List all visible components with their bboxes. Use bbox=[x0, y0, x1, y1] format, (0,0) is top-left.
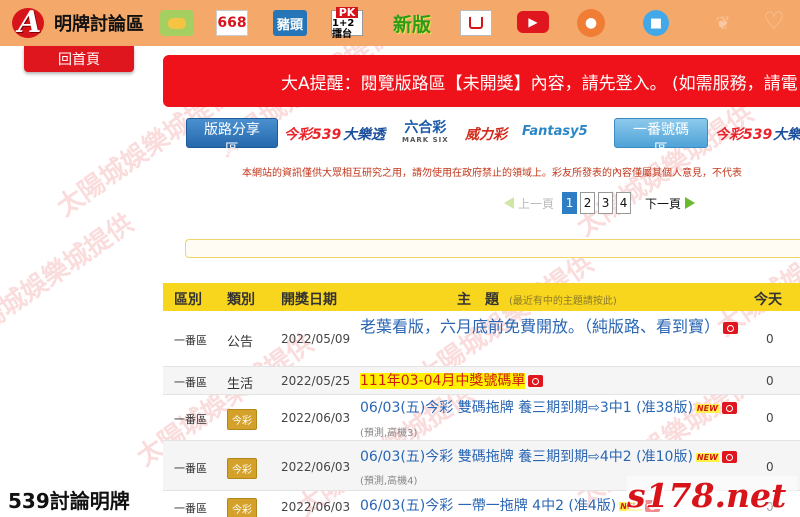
topic-title: 老葉看版，六月底前免費開放。（純版路、看到寶） bbox=[360, 317, 721, 336]
liuhecai-logo-link[interactable]: 六合彩 MARK SIX bbox=[402, 121, 449, 146]
prev-page-label: 上一頁 bbox=[518, 196, 555, 211]
next-page-label: 下一頁 bbox=[645, 196, 682, 211]
row-type: 生活 bbox=[227, 377, 254, 392]
row-type: 公告 bbox=[227, 335, 254, 350]
table-row: 一番區 公告 2022/05/09 老葉看版，六月底前免費開放。（純版路、看到寶… bbox=[163, 311, 800, 367]
topic-title: 06/03(五)今彩 雙碼拖牌 養三期到期⇨4中2 (准10版) bbox=[360, 449, 693, 465]
topic-link[interactable]: 111年03-04月中獎號碼單 bbox=[360, 373, 750, 389]
topic-subtitle: (預測,高機4) bbox=[360, 476, 418, 487]
table-row: 一番區 生活 2022/05/25 111年03-04月中獎號碼單 0 bbox=[163, 367, 800, 395]
row-type-badge: 今彩 bbox=[227, 409, 257, 430]
arrow-right-icon bbox=[685, 197, 696, 209]
lock-icon[interactable]: ■ bbox=[643, 10, 669, 36]
camera-icon bbox=[721, 451, 737, 463]
column-header-area: 區別 bbox=[174, 292, 202, 308]
row-date: 2022/06/03 bbox=[281, 500, 351, 514]
share-area-button[interactable]: 版路分享區 bbox=[186, 118, 278, 158]
topic-table-header: 區別 類別 開獎日期 主 題 (最近有中的主題請按此) 今天 bbox=[163, 283, 800, 311]
pagination: 上一頁 1 2 3 4 下一頁 bbox=[504, 191, 696, 215]
row-date: 2022/06/03 bbox=[281, 411, 351, 425]
row-today-count: 0 bbox=[766, 332, 774, 346]
liuhecai-sub-label: MARK SIX bbox=[402, 136, 449, 144]
camera-icon bbox=[528, 375, 544, 387]
title-header-hint: (最近有中的主題請按此) bbox=[509, 296, 617, 307]
668-icon[interactable]: 668 bbox=[216, 10, 248, 36]
row-today-count: 0 bbox=[766, 460, 774, 474]
row-area: 一番區 bbox=[174, 502, 207, 515]
row-type-badge: 今彩 bbox=[227, 498, 257, 517]
column-header-title[interactable]: 主 題 (最近有中的主題請按此) bbox=[457, 289, 617, 309]
row-area: 一番區 bbox=[174, 413, 207, 426]
topic-title: 06/03(五)今彩 一帶一拖牌 4中2 (准4版) bbox=[360, 498, 617, 514]
row-date: 2022/05/25 bbox=[281, 374, 351, 388]
camera-icon bbox=[721, 402, 737, 414]
next-page-link[interactable]: 下一頁 bbox=[645, 195, 696, 212]
brand-logo-icon: A bbox=[12, 5, 52, 40]
brand-title: 明牌討論區 bbox=[54, 14, 144, 35]
people-icon[interactable]: ● bbox=[577, 9, 605, 37]
jin539-logo-link-2[interactable]: 今彩539 bbox=[715, 124, 772, 144]
topic-title: 06/03(五)今彩 雙碼拖牌 養三期到期⇨3中1 (准38版) bbox=[360, 400, 693, 416]
disclaimer-text: 本網站的資訊僅供大眾相互研究之用，請勿使用在政府禁止的領域上。彩友所發表的內容僅… bbox=[242, 168, 742, 179]
weili-logo-link[interactable]: 威力彩 bbox=[465, 124, 507, 144]
row-date: 2022/05/09 bbox=[281, 332, 351, 346]
page: 太陽城娛樂城提供 太陽城娛樂城提供 太陽城娛樂城提供 太陽城娛樂城提供 太陽城娛… bbox=[0, 0, 800, 517]
search-bar[interactable] bbox=[185, 239, 800, 258]
prev-page-link[interactable]: 上一頁 bbox=[504, 195, 554, 212]
topic-title: 111年03-04月中獎號碼單 bbox=[360, 373, 526, 389]
jin539-logo-link[interactable]: 今彩539 bbox=[284, 124, 341, 144]
zhutou-icon[interactable]: 豬頭 bbox=[273, 10, 307, 36]
page-number-4[interactable]: 4 bbox=[616, 192, 632, 214]
daletou-logo-link-2[interactable]: 大樂透 bbox=[773, 124, 800, 144]
row-today-count: 0 bbox=[766, 374, 774, 388]
title-header-label: 主 題 bbox=[457, 292, 499, 308]
row-date: 2022/06/03 bbox=[281, 460, 351, 474]
heart-icon: ♡ bbox=[763, 7, 785, 35]
row-today-count: 0 bbox=[766, 411, 774, 425]
new-badge: NEW bbox=[695, 403, 719, 413]
topic-link[interactable]: 老葉看版，六月底前免費開放。（純版路、看到寶） bbox=[360, 315, 740, 338]
topic-link[interactable]: 06/03(五)今彩 雙碼拖牌 養三期到期⇨4中2 (准10版) NEW bbox=[360, 449, 750, 465]
fantasy5-logo-link[interactable]: Fantasy5 bbox=[522, 124, 588, 139]
login-notice-banner: 大A提醒：閱覽版路區【未開獎】內容，請先登入。 (如需服務，請電 bbox=[163, 55, 800, 107]
table-row: 一番區 今彩 2022/06/03 06/03(五)今彩 雙碼拖牌 養三期到期⇨… bbox=[163, 395, 800, 441]
camera-icon bbox=[723, 321, 739, 334]
site-url-watermark: s178.net bbox=[627, 476, 797, 515]
new-version-link[interactable]: 新版 bbox=[390, 10, 434, 36]
daletou-logo-link[interactable]: 大樂透 bbox=[343, 124, 385, 144]
pk-arena-icon[interactable]: PK 1+2擂台 bbox=[331, 6, 363, 40]
shopping-cart-icon[interactable] bbox=[460, 10, 492, 36]
row-area: 一番區 bbox=[174, 376, 207, 389]
page-number-2[interactable]: 2 bbox=[580, 192, 596, 214]
top-navigation-bar: A 明牌討論區 668 豬頭 PK 1+2擂台 新版 ▶ ● ■ ❦ ♡ bbox=[0, 0, 800, 46]
arrow-left-icon bbox=[504, 197, 514, 209]
youtube-icon[interactable]: ▶ bbox=[517, 11, 549, 33]
pk-label: PK bbox=[335, 6, 359, 18]
topic-link[interactable]: 06/03(五)今彩 雙碼拖牌 養三期到期⇨3中1 (准38版) NEW bbox=[360, 400, 750, 416]
page-number-3[interactable]: 3 bbox=[598, 192, 614, 214]
pk-sub-label: 1+2擂台 bbox=[332, 17, 355, 40]
column-header-date: 開獎日期 bbox=[281, 292, 337, 308]
decorative-leaf-icon: ❦ bbox=[715, 12, 731, 34]
column-header-today: 今天 bbox=[754, 292, 782, 308]
new-badge: NEW bbox=[695, 452, 719, 462]
watermark: 太陽城娛樂城提供 bbox=[0, 208, 140, 353]
row-type-badge: 今彩 bbox=[227, 458, 257, 479]
row-area: 一番區 bbox=[174, 334, 207, 347]
forum-caption: 539討論明牌 bbox=[8, 485, 130, 514]
code-area-button[interactable]: 一番號碼區 bbox=[614, 118, 708, 158]
notice-text: 大A提醒：閱覽版路區【未開獎】內容，請先登入。 (如需服務，請電 bbox=[281, 74, 798, 94]
row-area: 一番區 bbox=[174, 462, 207, 475]
column-header-type: 類別 bbox=[227, 292, 255, 308]
brand-letter: A bbox=[18, 5, 42, 40]
chat-icon[interactable] bbox=[160, 10, 194, 36]
page-number-1[interactable]: 1 bbox=[562, 192, 578, 214]
topic-subtitle: (預測,高機3) bbox=[360, 428, 418, 439]
site-brand[interactable]: A 明牌討論區 bbox=[12, 5, 144, 40]
home-button[interactable]: 回首頁 bbox=[24, 46, 134, 72]
